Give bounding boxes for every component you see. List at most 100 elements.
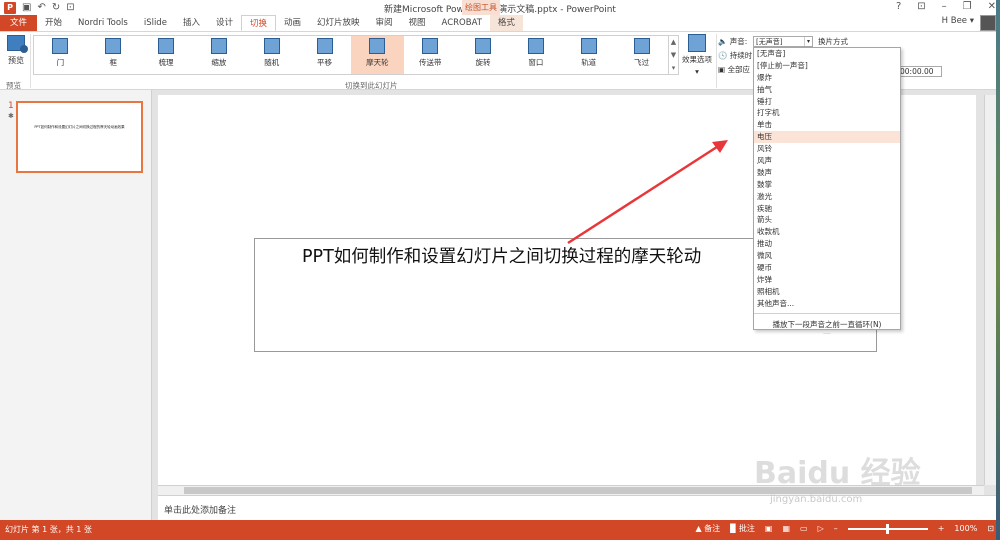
sound-option[interactable]: 照相机 — [754, 286, 900, 298]
transition-effect-3[interactable]: 缩放 — [192, 36, 245, 74]
clock-icon: 🕓 — [718, 51, 728, 60]
sound-option[interactable]: 其他声音... — [754, 298, 900, 310]
tab-11[interactable]: ACROBAT — [434, 15, 490, 31]
preview-button[interactable]: 预览 — [4, 35, 28, 66]
tab-5[interactable]: 设计 — [208, 15, 241, 31]
advance-label: 换片方式 — [818, 37, 848, 46]
sound-option[interactable]: 推动 — [754, 238, 900, 250]
notes-button[interactable]: ▲ 备注 — [695, 523, 720, 534]
tab-4[interactable]: 插入 — [175, 15, 208, 31]
apply-all-button[interactable]: ▣ 全部应 — [718, 64, 750, 75]
window-title: 新建Microsoft PowerPoint 演示文稿.pptx - Power… — [384, 5, 616, 15]
tab-1[interactable]: 开始 — [37, 15, 70, 31]
time-input[interactable]: 00:00.00 — [898, 66, 942, 77]
sound-option[interactable]: 硬币 — [754, 262, 900, 274]
slide-thumbnail[interactable]: PPT如何制作和设置幻灯片之间切换过程的摩天轮动画效果 — [16, 101, 143, 173]
slideshow-view-icon[interactable]: ▷ — [818, 524, 824, 533]
transition-effect-11[interactable]: 飞过 — [615, 36, 668, 74]
transition-effect-8[interactable]: 旋转 — [457, 36, 510, 74]
sound-option[interactable]: [无声音] — [754, 48, 900, 60]
comments-button[interactable]: ▉ 批注 — [730, 523, 755, 534]
tab-9[interactable]: 审阅 — [368, 15, 401, 31]
arrow-line — [567, 143, 721, 245]
transition-effect-10[interactable]: 轨道 — [562, 36, 615, 74]
transition-effect-label: 缩放 — [211, 58, 227, 67]
close-icon[interactable]: ✕ — [988, 1, 996, 12]
zoom-level[interactable]: 100% — [954, 524, 977, 533]
restore-icon[interactable]: ❐ — [963, 1, 972, 12]
notes-pane[interactable]: 单击此处添加备注 — [158, 495, 1000, 520]
scroll-up-icon[interactable]: ▲ — [671, 38, 676, 46]
tab-3[interactable]: iSlide — [136, 15, 175, 31]
resize-grip-icon[interactable]: ···· — [754, 331, 900, 338]
sound-option[interactable]: 电压 — [754, 131, 900, 144]
sound-option[interactable]: 收款机 — [754, 226, 900, 238]
sound-option[interactable]: 抽气 — [754, 84, 900, 96]
chevron-down-icon: ▾ — [695, 67, 699, 76]
zoom-slider[interactable] — [847, 523, 928, 534]
gallery-scroll[interactable]: ▲ ▼ ▾ — [669, 35, 679, 75]
transition-effect-label: 传送带 — [418, 58, 442, 67]
apply-all-icon: ▣ — [718, 65, 726, 74]
transition-effect-5[interactable]: 平移 — [298, 36, 351, 74]
sound-option[interactable]: 箭头 — [754, 214, 900, 226]
transition-effect-label: 摩天轮 — [366, 58, 389, 67]
sound-option[interactable]: 鼓声 — [754, 167, 900, 179]
sound-option[interactable]: [停止前一声音] — [754, 60, 900, 72]
user-name[interactable]: H⁠ Bee ▾ — [942, 16, 974, 26]
loop-sound-option[interactable]: 播放下一段声音之前一直循环(N) — [754, 317, 900, 332]
ribbon-display-icon[interactable]: ⊡ — [917, 1, 925, 12]
window-transition-icon — [527, 38, 544, 54]
help-icon[interactable]: ? — [896, 1, 901, 12]
effect-options-button[interactable]: 效果选项 ▾ — [680, 34, 714, 76]
preview-label: 预览 — [8, 56, 24, 65]
sound-option[interactable]: 鼓掌 — [754, 179, 900, 191]
fit-slide-icon[interactable]: ⊡ — [987, 524, 994, 533]
more-icon[interactable]: ▾ — [672, 64, 676, 72]
slide-title[interactable]: PPT如何制作和设置幻灯片之间切换过程的摩天轮动 — [302, 243, 701, 268]
vertical-scrollbar[interactable] — [984, 95, 996, 485]
transition-effect-6[interactable]: 摩天轮 — [350, 36, 404, 74]
sound-combo[interactable]: [无声音] ▾ — [753, 36, 813, 47]
scroll-down-icon[interactable]: ▼ — [671, 51, 676, 59]
speaker-icon: 🔈 — [718, 37, 728, 46]
tab-12[interactable]: 格式 — [489, 15, 523, 31]
slide-sorter-icon[interactable]: ▦ — [782, 524, 790, 533]
sound-option[interactable]: 爆炸 — [754, 72, 900, 84]
normal-view-icon[interactable]: ▣ — [765, 524, 773, 533]
tab-8[interactable]: 幻灯片放映 — [309, 15, 368, 31]
ribbon-tabs: 文件 开始 Nordri Tools iSlide 插入 设计 切换 动画 幻灯片放映 审阅 视图 A… — [0, 15, 1000, 31]
transition-effect-1[interactable]: 框 — [87, 36, 140, 74]
sound-option[interactable]: 激光 — [754, 191, 900, 203]
sound-option[interactable]: 微风 — [754, 250, 900, 262]
sound-option[interactable]: 锤打 — [754, 96, 900, 108]
random-transition-icon — [263, 38, 280, 54]
sound-option[interactable]: 风铃 — [754, 143, 900, 155]
transition-effect-7[interactable]: 传送带 — [404, 36, 457, 74]
zoom-slider-thumb[interactable] — [886, 523, 890, 534]
transition-effect-label: 框 — [109, 58, 117, 67]
reading-view-icon[interactable]: ▭ — [800, 524, 808, 533]
transition-effect-0[interactable]: 门 — [34, 36, 87, 74]
contextual-tab-group-label: 绘图工具 — [462, 0, 500, 15]
tab-2[interactable]: Nordri Tools — [70, 15, 136, 31]
tab-10[interactable]: 视图 — [401, 15, 434, 31]
sound-option[interactable]: 疾驰 — [754, 203, 900, 215]
tab-6[interactable]: 切换 — [240, 15, 276, 31]
transition-effect-4[interactable]: 随机 — [245, 36, 298, 74]
tab-7[interactable]: 动画 — [276, 15, 309, 31]
avatar[interactable] — [980, 15, 996, 31]
zoom-in-icon[interactable]: + — [938, 524, 945, 533]
preview-icon — [7, 35, 28, 53]
sound-option[interactable]: 炸弹 — [754, 274, 900, 286]
transition-effect-9[interactable]: 窗口 — [509, 36, 562, 74]
minimize-icon[interactable]: – — [942, 1, 947, 12]
sound-option[interactable]: 单击 — [754, 119, 900, 131]
sound-option[interactable]: 打字机 — [754, 107, 900, 119]
tab-0[interactable]: 文件 — [0, 15, 38, 31]
transition-effect-label: 轨道 — [581, 58, 597, 67]
zoom-out-icon[interactable]: – — [834, 524, 838, 533]
chevron-down-icon[interactable]: ▾ — [804, 37, 812, 46]
sound-option[interactable]: 风声 — [754, 155, 900, 167]
transition-effect-2[interactable]: 梳理 — [140, 36, 193, 74]
